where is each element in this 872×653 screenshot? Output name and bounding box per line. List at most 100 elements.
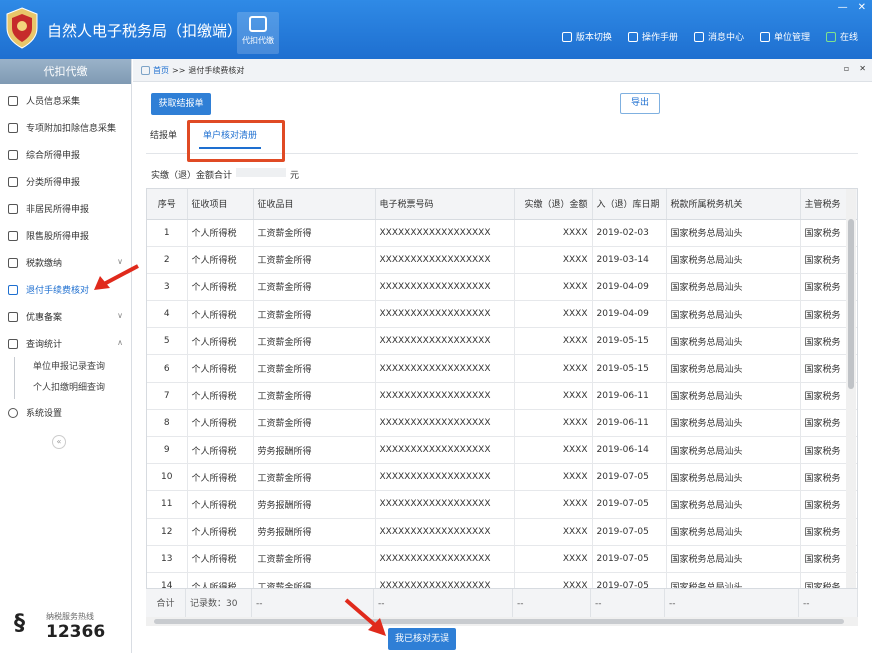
- cell-index: 5: [147, 327, 188, 356]
- sidebar-item-label: 分类所得申报: [26, 178, 81, 188]
- layers-icon: [8, 149, 18, 160]
- sidebar-item-settings[interactable]: 系统设置: [0, 399, 131, 426]
- table-row[interactable]: 5 个人所得税 工资薪金所得 XXXXXXXXXXXXXXXXXX XXXX 2019-0…: [147, 327, 857, 356]
- table-row[interactable]: 8 个人所得税 工资薪金所得 XXXXXXXXXXXXXXXXXX XXXX 2019-0…: [147, 409, 857, 438]
- table-row[interactable]: 7 个人所得税 工资薪金所得 XXXXXXXXXXXXXXXXXX XXXX 2019-0…: [147, 382, 857, 410]
- cell-tax-item: 个人所得税: [187, 382, 254, 410]
- summary-unit: 元: [290, 171, 300, 181]
- cell-index: 2: [147, 246, 188, 274]
- message-center-button[interactable]: 消息中心: [693, 30, 744, 43]
- sidebar-collapse-button[interactable]: «: [52, 435, 66, 449]
- column-header[interactable]: 电子税票号码: [375, 189, 515, 220]
- sidebar-item-label: 专项附加扣除信息采集: [26, 124, 117, 134]
- footer-cell: --: [513, 589, 591, 618]
- sidebar-item-label: 退付手续费核对: [26, 286, 90, 296]
- cell-tax-office: 国家税务总局汕头: [666, 436, 801, 465]
- manual-button[interactable]: 操作手册: [627, 30, 678, 43]
- unit-management-button[interactable]: 单位管理: [759, 30, 810, 43]
- sidebar-item-special-deduction[interactable]: 专项附加扣除信息采集: [0, 114, 131, 141]
- sidebar-subitem-personal-details[interactable]: 个人扣缴明细查询: [15, 378, 131, 399]
- cell-date: 2019-05-15: [592, 354, 667, 383]
- version-switch-button[interactable]: 版本切换: [561, 30, 612, 43]
- column-header[interactable]: 入（退）库日期: [592, 189, 667, 220]
- table-row[interactable]: 3 个人所得税 工资薪金所得 XXXXXXXXXXXXXXXXXX XXXX 2019-0…: [147, 273, 857, 302]
- cell-ticket-number: XXXXXXXXXXXXXXXXXX: [375, 382, 515, 410]
- sidebar-item-query-stats[interactable]: 查询统计 ∧: [0, 330, 131, 357]
- sidebar-subitem-unit-records[interactable]: 单位申报记录查询: [15, 357, 131, 378]
- cell-tax-subitem: 劳务报酬所得: [253, 436, 376, 465]
- cell-date: 2019-06-11: [592, 382, 667, 410]
- cell-index: 6: [147, 354, 188, 383]
- cell-date: 2019-05-15: [592, 327, 667, 356]
- column-header[interactable]: 税款所属税务机关: [666, 189, 801, 220]
- tab-statement[interactable]: 结报单: [146, 125, 181, 149]
- table-row[interactable]: 10 个人所得税 工资薪金所得 XXXXXXXXXXXXXXXXXX XXXX 2019-…: [147, 463, 857, 492]
- sidebar-item-classified-income[interactable]: 分类所得申报: [0, 168, 131, 195]
- cell-date: 2019-04-09: [592, 300, 667, 329]
- column-header[interactable]: 征收项目: [187, 189, 254, 220]
- table-row[interactable]: 6 个人所得税 工资薪金所得 XXXXXXXXXXXXXXXXXX XXXX 2019-0…: [147, 354, 857, 383]
- table-footer-row: 合计 记录数：30 -- -- -- -- -- --: [146, 588, 858, 618]
- table-row[interactable]: 12 个人所得税 劳务报酬所得 XXXXXXXXXXXXXXXXXX XXXX 2019-…: [147, 518, 857, 546]
- summary-label: 实缴（退）金额合计: [151, 171, 233, 181]
- cell-ticket-number: XXXXXXXXXXXXXXXXXX: [375, 436, 515, 465]
- table-row[interactable]: 4 个人所得税 工资薪金所得 XXXXXXXXXXXXXXXXXX XXXX 2019-0…: [147, 300, 857, 329]
- cell-amount: XXXX: [514, 273, 593, 302]
- table-row[interactable]: 9 个人所得税 劳务报酬所得 XXXXXXXXXXXXXXXXXX XXXX 2019-0…: [147, 436, 857, 465]
- table-row[interactable]: 2 个人所得税 工资薪金所得 XXXXXXXXXXXXXXXXXX XXXX 2019-0…: [147, 246, 857, 274]
- table-row[interactable]: 13 个人所得税 工资薪金所得 XXXXXXXXXXXXXXXXXX XXXX 2019-…: [147, 545, 857, 573]
- module-withholding-button[interactable]: 代扣代缴: [237, 12, 279, 54]
- cell-tax-item: 个人所得税: [187, 490, 254, 519]
- column-header[interactable]: 征收品目: [253, 189, 376, 220]
- close-icon[interactable]: ✕: [858, 2, 866, 13]
- table-row[interactable]: 11 个人所得税 劳务报酬所得 XXXXXXXXXXXXXXXXXX XXXX 2019-…: [147, 490, 857, 519]
- restore-icon[interactable]: ▫: [844, 64, 849, 73]
- column-header[interactable]: 实缴（退）金额: [514, 189, 593, 220]
- export-button[interactable]: 导出: [620, 93, 660, 114]
- sidebar-item-label: 查询统计: [26, 340, 63, 350]
- table-row[interactable]: 1 个人所得税 工资薪金所得 XXXXXXXXXXXXXXXXXX XXXX 2019-0…: [147, 219, 857, 247]
- sidebar-item-nonresident[interactable]: 非居民所得申报: [0, 195, 131, 222]
- cell-tax-subitem: 工资薪金所得: [253, 273, 376, 302]
- breadcrumb-home[interactable]: 首页: [153, 65, 169, 76]
- cell-ticket-number: XXXXXXXXXXXXXXXXXX: [375, 518, 515, 546]
- sidebar-item-label: 税款缴纳: [26, 259, 63, 269]
- online-status[interactable]: 在线: [825, 30, 858, 43]
- vertical-scrollbar[interactable]: [846, 189, 856, 589]
- sidebar: 代扣代缴 人员信息采集 专项附加扣除信息采集 综合所得申报 分类所得申报 非居民…: [0, 59, 132, 653]
- document-icon: [8, 311, 18, 322]
- cell-tax-subitem: 工资薪金所得: [253, 327, 376, 356]
- confirm-checked-button[interactable]: 我已核对无误: [388, 628, 456, 650]
- cell-index: 10: [147, 463, 188, 492]
- column-header[interactable]: 序号: [147, 189, 188, 220]
- footer-total-label: 合计: [146, 589, 186, 618]
- service-logo-icon: §: [14, 611, 25, 636]
- sidebar-item-restricted-shares[interactable]: 限售股所得申报: [0, 222, 131, 249]
- cell-index: 3: [147, 273, 188, 302]
- sidebar-item-preferential-filing[interactable]: 优惠备案 ∨: [0, 303, 131, 330]
- list-icon: [8, 122, 18, 133]
- version-switch-label: 版本切换: [575, 33, 612, 43]
- cell-ticket-number: XXXXXXXXXXXXXXXXXX: [375, 246, 515, 274]
- scrollbar-thumb[interactable]: [848, 219, 854, 389]
- fetch-statement-button[interactable]: 获取结报单: [151, 93, 211, 115]
- minimize-icon[interactable]: —: [838, 2, 848, 13]
- sidebar-item-personnel[interactable]: 人员信息采集: [0, 87, 131, 114]
- cell-tax-office: 国家税务总局汕头: [666, 219, 801, 247]
- online-icon: [825, 31, 836, 42]
- cell-amount: XXXX: [514, 490, 593, 519]
- receipt-icon: [8, 284, 18, 295]
- cell-amount: XXXX: [514, 436, 593, 465]
- close-tab-icon[interactable]: ✕: [859, 64, 866, 73]
- horizontal-scrollbar[interactable]: [146, 617, 858, 626]
- gear-icon: [8, 407, 18, 418]
- annotation-highlight-box: [187, 120, 285, 162]
- wallet-icon: [249, 16, 267, 32]
- breadcrumb-current: 退付手续费核对: [188, 66, 245, 75]
- cell-index: 13: [147, 545, 188, 573]
- cell-tax-item: 个人所得税: [187, 354, 254, 383]
- scrollbar-thumb[interactable]: [154, 619, 844, 624]
- sidebar-item-label: 非居民所得申报: [26, 205, 90, 215]
- sidebar-item-comprehensive-income[interactable]: 综合所得申报: [0, 141, 131, 168]
- cell-tax-item: 个人所得税: [187, 463, 254, 492]
